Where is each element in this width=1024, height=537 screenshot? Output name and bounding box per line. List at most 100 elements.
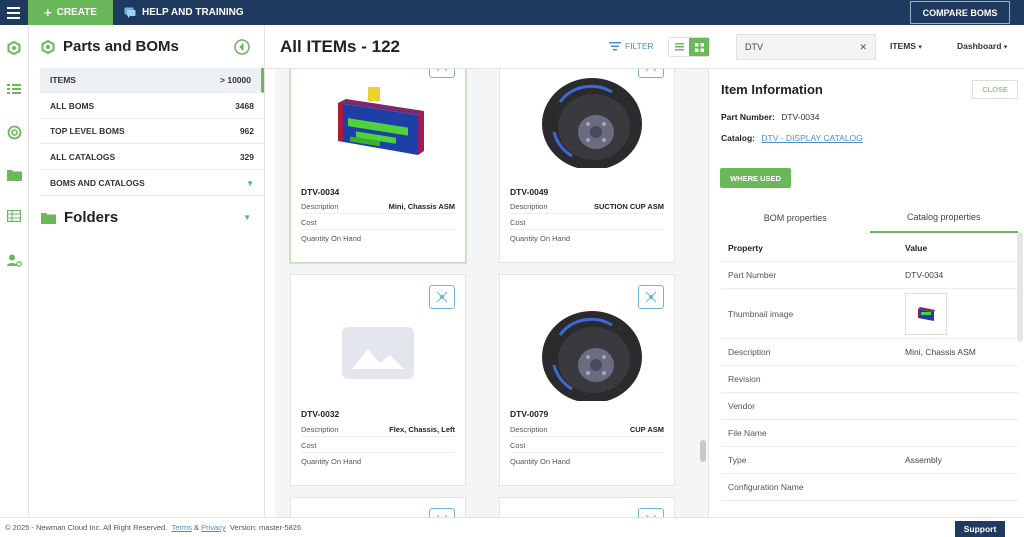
footer: © 2025 - Newman Cloud Inc. All Right Res… (0, 517, 1024, 537)
item-cost-row: Cost (301, 438, 455, 453)
folder-icon (41, 213, 56, 224)
item-description: Mini, Chassis ASM (388, 201, 455, 211)
chassis-model-image (338, 87, 424, 155)
item-cost-row: Cost (510, 438, 664, 453)
search-input[interactable]: DTV ✕ (736, 34, 876, 60)
table-header: Property Value (721, 235, 1018, 262)
tab-catalog-properties[interactable]: Catalog properties (869, 202, 1018, 233)
table-icon[interactable] (5, 207, 23, 225)
view-switcher (668, 37, 710, 57)
hierarchy-icon[interactable] (429, 69, 455, 78)
clear-search-icon[interactable]: ✕ (859, 42, 867, 53)
item-description-row: Description Flex, Chassis, Left (301, 422, 455, 437)
ampersand-text: & (193, 523, 199, 532)
parts-hex-icon (41, 39, 55, 54)
search-value: DTV (745, 42, 763, 52)
field-label: Cost (510, 440, 526, 450)
item-description-row: Description CUP ASM (510, 422, 664, 437)
hierarchy-icon[interactable] (429, 285, 455, 309)
item-qoh-row: Quantity On Hand (301, 231, 455, 246)
collapse-panel-icon[interactable] (234, 39, 250, 60)
folders-header[interactable]: Folders ▼ (41, 209, 251, 226)
parts-title: Parts and BOMs (63, 38, 179, 55)
sidebar-item-items[interactable]: ITEMS > 10000 (40, 68, 264, 93)
item-card[interactable] (499, 497, 675, 517)
column-header-value: Value (905, 243, 928, 253)
tab-bom-properties[interactable]: BOM properties (721, 202, 870, 233)
parts-hex-icon[interactable] (5, 39, 23, 57)
copyright-text: © 2025 - Newman Cloud Inc. All Right Res… (5, 523, 168, 532)
item-part-number: DTV-0034 (301, 187, 340, 197)
items-grid: DTV-0034 Description Mini, Chassis ASM Co… (275, 69, 708, 517)
image-placeholder-icon (342, 327, 414, 379)
part-number-field: Part Number: DTV-0034 (721, 112, 820, 122)
hierarchy-icon[interactable] (638, 285, 664, 309)
property-name: Description (728, 347, 771, 357)
item-description: Flex, Chassis, Left (389, 424, 455, 434)
close-button[interactable]: CLOSE (972, 80, 1018, 99)
item-description-row: Description SUCTION CUP ASM (510, 199, 664, 214)
page-title: All ITEMs - 122 (280, 37, 400, 56)
field-label: Description (510, 201, 548, 211)
sidebar-item-all-boms[interactable]: ALL BOMS 3468 (40, 94, 264, 119)
compare-boms-button[interactable]: COMPARE BOMS (910, 1, 1010, 24)
create-button[interactable]: + CREATE (28, 0, 113, 25)
property-name: Part Number (728, 270, 777, 280)
property-value: Assembly (905, 455, 942, 465)
list-view-button[interactable] (669, 38, 689, 56)
where-used-button[interactable]: WHERE USED (720, 168, 791, 188)
dashboard-dropdown-label: Dashboard (957, 41, 1002, 51)
help-and-training-button[interactable]: HELP AND TRAINING (124, 0, 244, 25)
items-dropdown-label: ITEMS (890, 41, 916, 51)
hierarchy-icon[interactable] (638, 69, 664, 78)
chevron-down-icon: ▼ (246, 178, 254, 188)
field-label: Quantity On Hand (510, 234, 571, 243)
folder-icon[interactable] (5, 165, 23, 183)
field-label: Quantity On Hand (301, 457, 362, 466)
item-description-row: Description Mini, Chassis ASM (301, 199, 455, 214)
item-qoh-row: Quantity On Hand (510, 454, 664, 469)
field-label: Quantity On Hand (510, 457, 571, 466)
sidebar-item-count: 329 (239, 152, 254, 162)
item-qoh-row: Quantity On Hand (301, 454, 455, 469)
items-dropdown[interactable]: ITEMS ▾ (890, 41, 922, 51)
item-cost-row: Cost (301, 215, 455, 230)
item-card[interactable]: DTV-0032 Description Flex, Chassis, Left … (290, 274, 466, 486)
dashboard-dropdown[interactable]: Dashboard ▾ (957, 41, 1007, 51)
sidebar-item-top-level-boms[interactable]: TOP LEVEL BOMS 962 (40, 119, 264, 144)
privacy-link[interactable]: Privacy (201, 523, 226, 532)
terms-link[interactable]: Terms (171, 523, 191, 532)
catalog-link[interactable]: DTV - DISPLAY CATALOG (761, 133, 862, 143)
grid-scrollbar[interactable] (700, 440, 706, 462)
item-qoh-row: Quantity On Hand (510, 231, 664, 246)
thumbnail-image[interactable] (905, 292, 947, 335)
grid-view-button[interactable] (689, 38, 709, 56)
item-card[interactable]: DTV-0079 Description CUP ASM Cost Quantit… (499, 274, 675, 486)
property-name: Thumbnail image (728, 308, 794, 319)
item-thumbnail (500, 69, 674, 176)
item-card[interactable] (290, 497, 466, 517)
item-description: SUCTION CUP ASM (593, 201, 664, 211)
item-card[interactable]: DTV-0049 Description SUCTION CUP ASM Cost… (499, 69, 675, 263)
menu-icon[interactable] (0, 0, 26, 25)
item-part-number: DTV-0032 (301, 409, 340, 419)
user-settings-icon[interactable] (5, 251, 23, 269)
sidebar-item-label: ITEMS (50, 75, 76, 85)
chassis-thumbnail-image (918, 306, 935, 321)
item-card[interactable]: DTV-0034 Description Mini, Chassis ASM Co… (290, 69, 466, 263)
target-icon[interactable] (5, 123, 23, 141)
sidebar-item-all-catalogs[interactable]: ALL CATALOGS 329 (40, 145, 264, 170)
support-button[interactable]: Support (955, 521, 1005, 537)
filter-button[interactable]: FILTER (609, 41, 654, 51)
sidebar-item-count: > 10000 (220, 75, 251, 85)
sidebar-item-boms-and-catalogs[interactable]: BOMS AND CATALOGS ▼ (40, 171, 264, 196)
property-name: Configuration Name (728, 482, 804, 492)
property-name: Type (728, 455, 747, 465)
property-tabs: BOM properties Catalog properties (721, 202, 1018, 233)
properties-scrollbar[interactable] (1017, 232, 1023, 342)
property-name: Revision (728, 374, 761, 384)
hierarchy-icon[interactable] (429, 508, 455, 517)
hierarchy-icon[interactable] (638, 508, 664, 517)
list-icon[interactable] (5, 80, 23, 98)
item-thumbnail (291, 297, 465, 409)
